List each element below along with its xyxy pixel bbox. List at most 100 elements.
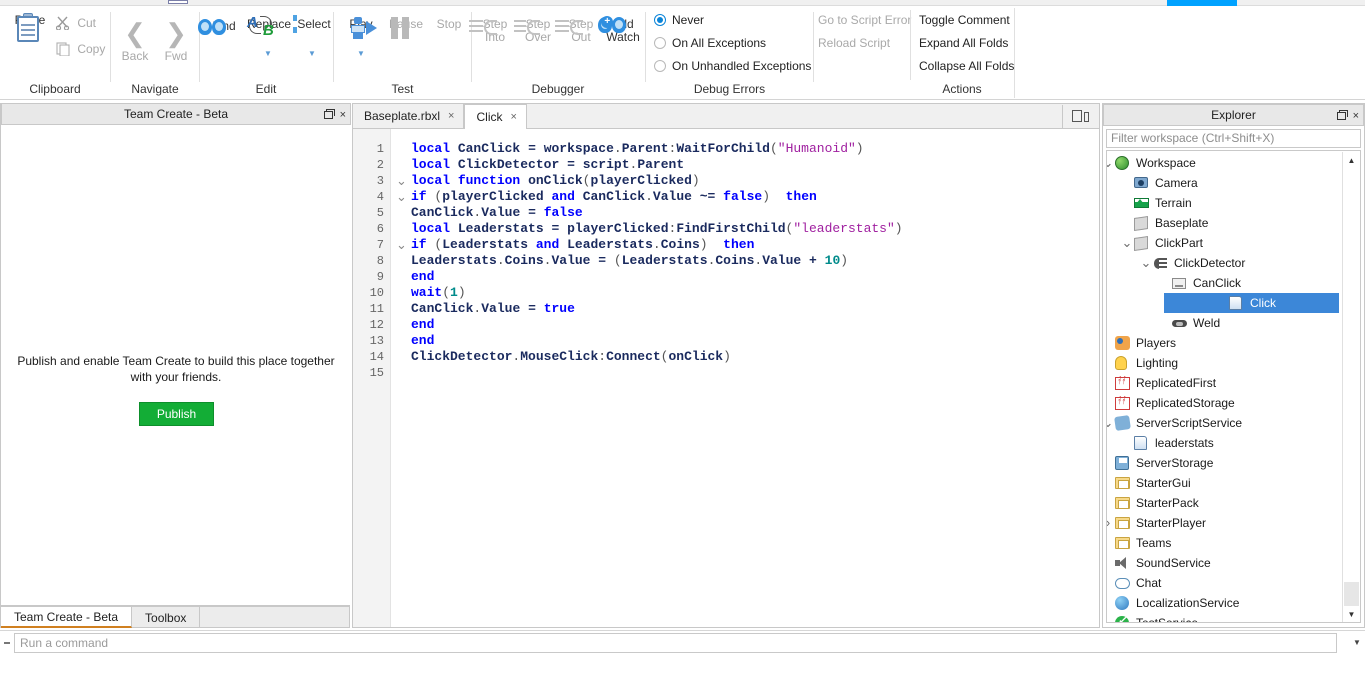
tree-item-chat[interactable]: Chat bbox=[1107, 573, 1343, 593]
tree-item-serverscriptservice[interactable]: ServerScriptService bbox=[1107, 413, 1343, 433]
add-watch-button[interactable]: + Add Watch bbox=[598, 16, 644, 45]
step-into-button[interactable]: Step Into bbox=[468, 17, 516, 45]
fold-toggle-icon[interactable]: ⌄ bbox=[396, 237, 407, 253]
tree-item-teams[interactable]: Teams bbox=[1107, 533, 1343, 553]
tree-item-clickpart[interactable]: ClickPart bbox=[1107, 233, 1343, 253]
explorer-close-button[interactable]: × bbox=[1353, 110, 1359, 122]
command-bar-grip[interactable] bbox=[0, 631, 14, 655]
code-line[interactable]: local function onClick(playerClicked) bbox=[411, 173, 700, 189]
debug-option-never[interactable]: Never bbox=[654, 13, 704, 27]
tree-item-replicatedfirst[interactable]: ↑↑ ReplicatedFirst bbox=[1107, 373, 1343, 393]
play-dropdown-arrow[interactable]: ▼ bbox=[357, 49, 365, 59]
tree-item-canclick[interactable]: CanClick bbox=[1107, 273, 1343, 293]
editor-tab-click-close-icon[interactable]: × bbox=[510, 111, 516, 123]
code-line[interactable]: if (Leaderstats and Leaderstats.Coins) t… bbox=[411, 237, 754, 253]
editor-tab-baseplate-label: Baseplate.rbxl bbox=[364, 109, 441, 123]
command-input[interactable]: Run a command bbox=[14, 632, 1337, 653]
tree-item-replicatedstorage[interactable]: ↑↑ ReplicatedStorage bbox=[1107, 393, 1343, 413]
publish-button[interactable]: Publish bbox=[139, 402, 214, 426]
replace-dropdown-arrow[interactable]: ▼ bbox=[264, 49, 272, 59]
select-dropdown-arrow[interactable]: ▼ bbox=[308, 49, 316, 59]
code-line[interactable]: ClickDetector.MouseClick:Connect(onClick… bbox=[411, 349, 731, 365]
go-to-script-error-button[interactable]: Go to Script Error bbox=[818, 13, 911, 27]
scroll-up-arrow-icon[interactable]: ▲ bbox=[1343, 152, 1360, 169]
tree-item-localizationservice[interactable]: LocalizationService bbox=[1107, 593, 1343, 613]
expand-all-folds-button[interactable]: Expand All Folds bbox=[919, 36, 1008, 50]
explorer-scrollbar[interactable]: ▲ ▼ bbox=[1342, 152, 1360, 622]
team-create-restore-button[interactable] bbox=[323, 109, 335, 121]
code-line[interactable]: Leaderstats.Coins.Value = (Leaderstats.C… bbox=[411, 253, 848, 269]
editor-tab-baseplate-close-icon[interactable]: × bbox=[448, 110, 454, 122]
editor-tab-baseplate[interactable]: Baseplate.rbxl × bbox=[353, 104, 465, 128]
tree-item-workspace[interactable]: Workspace bbox=[1107, 153, 1343, 173]
line-number: 3 bbox=[376, 174, 384, 188]
tree-item-click[interactable]: Click bbox=[1164, 293, 1339, 313]
tree-item-label: Click bbox=[1250, 296, 1276, 310]
code-line[interactable]: local CanClick = workspace.Parent:WaitFo… bbox=[411, 141, 864, 157]
explorer-filter-input[interactable]: Filter workspace (Ctrl+Shift+X) bbox=[1106, 129, 1361, 148]
forward-button[interactable]: ❯ Fwd bbox=[156, 18, 196, 63]
tree-item-label: TestService bbox=[1136, 616, 1199, 623]
code-line[interactable]: if (playerClicked and CanClick.Value ~= … bbox=[411, 189, 817, 205]
back-button[interactable]: ❮ Back bbox=[115, 18, 155, 63]
debug-option-unhandled-exceptions[interactable]: On Unhandled Exceptions bbox=[654, 59, 811, 73]
select-button[interactable]: Select ▼ bbox=[292, 15, 332, 58]
part-icon bbox=[1134, 215, 1150, 231]
toggle-comment-button[interactable]: Toggle Comment bbox=[919, 13, 1010, 27]
explorer-restore-button[interactable] bbox=[1336, 110, 1348, 122]
tree-item-startergui[interactable]: StarterGui bbox=[1107, 473, 1343, 493]
code-line[interactable]: CanClick.Value = true bbox=[411, 301, 575, 317]
code-line[interactable]: local Leaderstats = playerClicked:FindFi… bbox=[411, 221, 903, 237]
tree-item-lighting[interactable]: Lighting bbox=[1107, 353, 1343, 373]
collapse-all-folds-button[interactable]: Collapse All Folds bbox=[919, 59, 1014, 73]
step-over-button[interactable]: Step Over bbox=[513, 17, 559, 45]
command-bar-dropdown-arrow[interactable]: ▼ bbox=[1349, 638, 1365, 647]
bottom-tab-toolbox[interactable]: Toolbox bbox=[132, 607, 201, 628]
fwd-label: Fwd bbox=[164, 49, 188, 63]
tree-item-starterplayer[interactable]: StarterPlayer bbox=[1107, 513, 1343, 533]
cut-button[interactable]: Cut bbox=[55, 16, 108, 32]
tree-item-soundservice[interactable]: SoundService bbox=[1107, 553, 1343, 573]
scroll-down-arrow-icon[interactable]: ▼ bbox=[1343, 606, 1360, 622]
replace-button[interactable]: AB Replace ▼ bbox=[244, 14, 294, 58]
team-create-close-button[interactable]: × bbox=[340, 109, 346, 121]
explorer-tree-container: ⌄WorkspaceCameraTerrainBaseplate⌄ClickPa… bbox=[1106, 150, 1361, 623]
line-number: 5 bbox=[376, 206, 384, 220]
code-line[interactable]: end bbox=[411, 269, 434, 285]
debug-option-all-exceptions[interactable]: On All Exceptions bbox=[654, 36, 766, 50]
tree-item-serverstorage[interactable]: ServerStorage bbox=[1107, 453, 1343, 473]
copy-button[interactable]: Copy bbox=[56, 42, 112, 58]
tree-item-terrain[interactable]: Terrain bbox=[1107, 193, 1343, 213]
code-line[interactable]: local ClickDetector = script.Parent bbox=[411, 157, 684, 173]
reload-script-button[interactable]: Reload Script bbox=[818, 36, 890, 50]
device-emulation-button[interactable] bbox=[1062, 105, 1098, 128]
tree-item-leaderstats[interactable]: leaderstats bbox=[1107, 433, 1343, 453]
fold-toggle-icon[interactable]: ⌄ bbox=[396, 189, 407, 205]
code-line[interactable]: end bbox=[411, 333, 434, 349]
scrollbar-thumb[interactable] bbox=[1344, 582, 1359, 606]
fold-toggle-icon[interactable]: ⌄ bbox=[396, 173, 407, 189]
line-number: 9 bbox=[376, 270, 384, 284]
editor-tab-click[interactable]: Click × bbox=[464, 104, 527, 129]
tree-item-camera[interactable]: Camera bbox=[1107, 173, 1343, 193]
tree-item-players[interactable]: Players bbox=[1107, 333, 1343, 353]
tree-item-clickdetector[interactable]: ClickDetector bbox=[1107, 253, 1343, 273]
code-area[interactable]: 1 2 3 4 5 6 7 8 9 10 11 12 13 14 15 ⌄ ⌄ ⌄ local CanClick… bbox=[353, 129, 1099, 627]
code-line[interactable]: end bbox=[411, 317, 434, 333]
step-out-button[interactable]: Step Out bbox=[554, 17, 602, 45]
code-line[interactable]: wait(1) bbox=[411, 285, 466, 301]
pause-button[interactable]: Pause bbox=[384, 17, 428, 39]
stop-button[interactable]: Stop bbox=[428, 17, 470, 31]
tree-item-baseplate[interactable]: Baseplate bbox=[1107, 213, 1343, 233]
tree-item-weld[interactable]: Weld bbox=[1107, 313, 1343, 333]
play-button[interactable]: Play ▼ bbox=[338, 17, 384, 58]
group-label-edit: Edit bbox=[255, 82, 277, 96]
tree-item-testservice[interactable]: TestService bbox=[1107, 613, 1343, 623]
tree-item-starterpack[interactable]: StarterPack bbox=[1107, 493, 1343, 513]
code-line[interactable]: CanClick.Value = false bbox=[411, 205, 583, 221]
paste-button[interactable]: Paste bbox=[6, 13, 54, 42]
quick-access-icon[interactable] bbox=[168, 0, 188, 4]
find-button[interactable]: Find bbox=[198, 19, 246, 35]
bottom-tab-team-create[interactable]: Team Create - Beta bbox=[1, 607, 133, 628]
line-number: 12 bbox=[369, 318, 384, 332]
